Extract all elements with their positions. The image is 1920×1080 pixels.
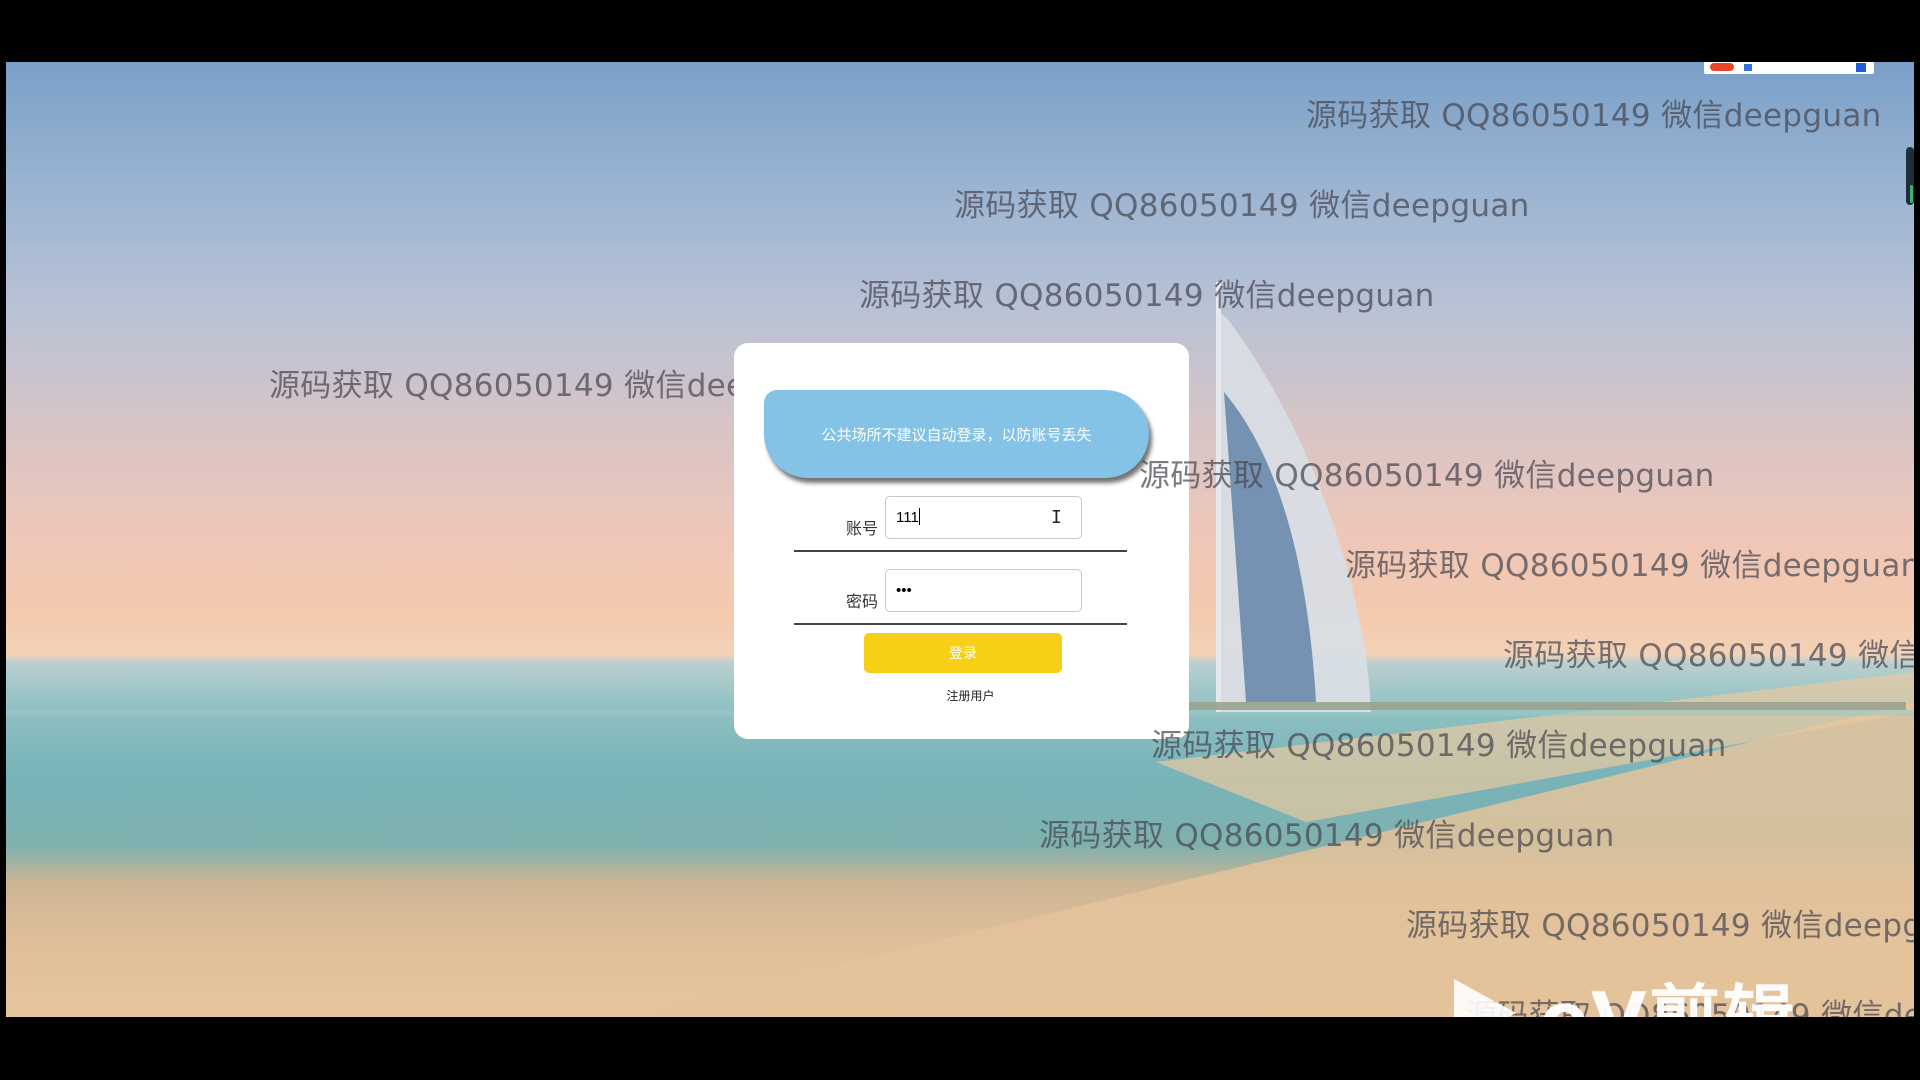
login-button[interactable]: 登录 xyxy=(864,633,1062,673)
ev-editor-watermark: eV剪辑 xyxy=(1454,960,1797,1017)
account-input[interactable]: 111 I xyxy=(885,496,1082,539)
register-link[interactable]: 注册用户 xyxy=(734,687,1189,704)
password-row: 密码 ••• xyxy=(794,569,1127,625)
text-caret xyxy=(918,508,920,525)
password-value: ••• xyxy=(896,582,912,599)
account-row: 账号 111 I xyxy=(794,496,1127,552)
account-value: 111 xyxy=(896,509,919,526)
app-icon xyxy=(1856,63,1866,72)
watermark-text: 源码获取 QQ86050149 微信deepguan xyxy=(1306,98,1882,134)
watermark-text: 源码获取 QQ86050149 微信deepguan xyxy=(1345,548,1914,584)
system-tray xyxy=(1704,62,1874,74)
scrollbar[interactable] xyxy=(1906,147,1914,205)
watermark-text: 源码获取 QQ86050149 微信d xyxy=(1503,638,1914,674)
watermark-text: 源码获取 QQ86050149 微信deepguan xyxy=(954,188,1530,224)
account-label: 账号 xyxy=(846,521,879,538)
app-icon xyxy=(1710,63,1734,71)
password-input[interactable]: ••• xyxy=(885,569,1082,612)
watermark-text: 源码获取 QQ86050149 微信deepguan xyxy=(859,278,1435,314)
play-icon xyxy=(1454,978,1516,1017)
login-dialog: 公共场所不建议自动登录，以防账号丢失 账号 111 I 密码 ••• 登录 注册… xyxy=(734,343,1189,739)
watermark-text: 源码获取 QQ86050149 微信deepguan xyxy=(1151,728,1727,764)
desktop-background: 源码获取 QQ86050149 微信deepguan 源码获取 QQ860501… xyxy=(6,62,1914,1017)
ev-logo-text: eV剪辑 xyxy=(1540,960,1797,1017)
watermark-text: 源码获取 QQ86050149 微信deepguan xyxy=(1039,818,1615,854)
ibeam-cursor-icon: I xyxy=(1051,507,1062,528)
password-label: 密码 xyxy=(846,594,879,611)
watermark-text: 源码获取 QQ86050149 微信deepguan xyxy=(1139,458,1715,494)
app-icon xyxy=(1744,64,1752,71)
auto-login-notice: 公共场所不建议自动登录，以防账号丢失 xyxy=(764,390,1149,478)
watermark-text: 源码获取 QQ86050149 微信deepgua xyxy=(1406,908,1914,944)
